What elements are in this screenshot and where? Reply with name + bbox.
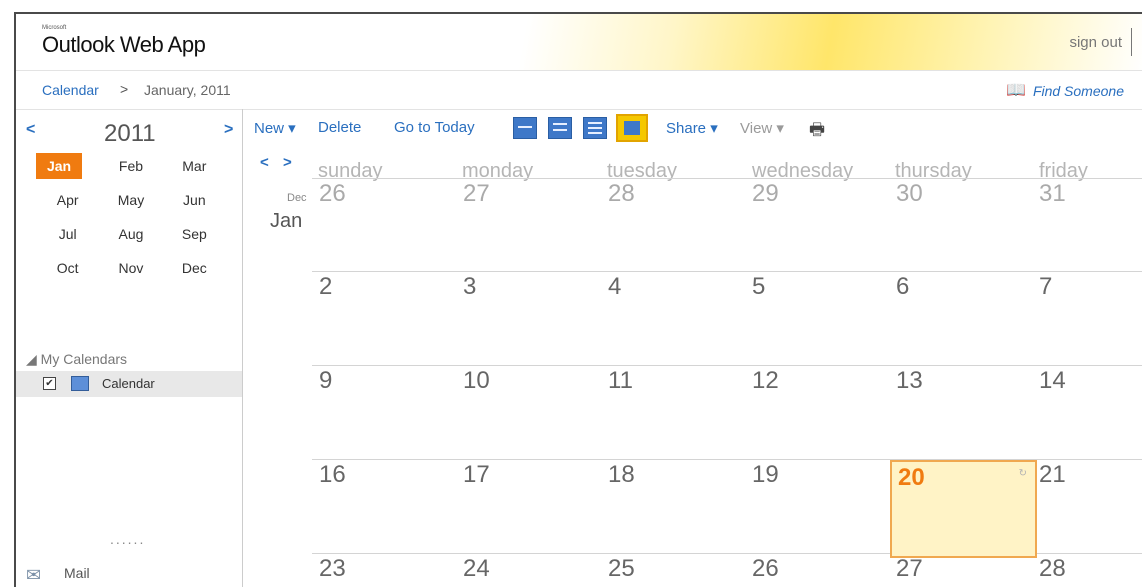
day-cell-number[interactable]: 16 bbox=[319, 461, 346, 489]
day-cell-number[interactable]: 11 bbox=[608, 367, 633, 395]
go-to-today-button[interactable]: Go to Today bbox=[394, 119, 475, 136]
month-jun[interactable]: Jun bbox=[163, 187, 226, 213]
month-jan[interactable]: Jan bbox=[36, 153, 82, 179]
day-cell-number[interactable]: 2 bbox=[319, 273, 332, 301]
delete-button[interactable]: Delete bbox=[318, 119, 361, 136]
day-cell-number[interactable]: 14 bbox=[1039, 367, 1066, 395]
view-button[interactable]: View ▾ bbox=[740, 119, 784, 137]
month-nov[interactable]: Nov bbox=[99, 255, 162, 281]
microsoft-label: Microsoft bbox=[42, 25, 67, 31]
month-dec[interactable]: Dec bbox=[163, 255, 226, 281]
next-month-button[interactable]: > bbox=[283, 154, 292, 171]
day-cell-number[interactable]: 4 bbox=[608, 273, 621, 301]
day-cell-number[interactable]: 6 bbox=[896, 273, 909, 301]
week-view-icon[interactable] bbox=[583, 117, 607, 139]
printer-icon[interactable]: 🖶 bbox=[809, 117, 825, 146]
navigation-pane: < 2011 > Jan Feb Mar Apr May Jun Jul Aug… bbox=[16, 109, 243, 587]
mail-nav-link[interactable]: Mail bbox=[64, 565, 90, 581]
my-calendars-heading[interactable]: ◢ My Calendars bbox=[26, 351, 127, 368]
sign-out-link[interactable]: sign out bbox=[1069, 34, 1122, 51]
row-month-prev: Dec bbox=[287, 192, 307, 204]
breadcrumb-calendar-link[interactable]: Calendar bbox=[42, 82, 99, 98]
year-prev-button[interactable]: < bbox=[26, 121, 35, 139]
day-cell-number[interactable]: 24 bbox=[463, 555, 490, 583]
month-sep[interactable]: Sep bbox=[163, 221, 226, 247]
outlook-window: Microsoft Outlook Web App sign out Calen… bbox=[14, 12, 1142, 587]
work-week-view-icon[interactable] bbox=[548, 117, 572, 139]
outlook-logo: Outlook Web App bbox=[42, 32, 206, 57]
mini-calendar-year: 2011 bbox=[104, 120, 156, 147]
day-cell-number[interactable]: 13 bbox=[896, 367, 923, 395]
day-cell-number[interactable]: 17 bbox=[463, 461, 490, 489]
refresh-icon: ↻ bbox=[1018, 468, 1027, 479]
today-cell[interactable]: 20 ↻ bbox=[890, 460, 1037, 558]
day-cell-number[interactable]: 28 bbox=[608, 180, 635, 208]
collapse-triangle-icon[interactable]: ◢ bbox=[26, 351, 37, 367]
day-cell-number[interactable]: 12 bbox=[752, 367, 779, 395]
month-aug[interactable]: Aug bbox=[99, 221, 162, 247]
find-someone-link[interactable]: Find Someone bbox=[1033, 83, 1124, 99]
day-cell-number[interactable]: 27 bbox=[896, 555, 923, 583]
month-picker: Jan Feb Mar Apr May Jun Jul Aug Sep Oct … bbox=[36, 153, 226, 281]
day-cell-number[interactable]: 5 bbox=[752, 273, 765, 301]
day-cell-number[interactable]: 31 bbox=[1039, 180, 1066, 208]
day-cell-number[interactable]: 19 bbox=[752, 461, 779, 489]
calendar-icon bbox=[71, 376, 89, 391]
top-header: Microsoft Outlook Web App sign out bbox=[16, 14, 1142, 70]
my-calendars-label: My Calendars bbox=[40, 351, 128, 367]
row-month-current: Jan bbox=[270, 210, 303, 232]
month-feb[interactable]: Feb bbox=[99, 153, 162, 179]
day-cell-number[interactable]: 9 bbox=[319, 367, 332, 395]
day-cell-number[interactable]: 30 bbox=[896, 180, 923, 208]
day-cell-number[interactable]: 21 bbox=[1039, 461, 1066, 489]
calendar-item-label: Calendar bbox=[102, 376, 155, 391]
pane-resize-handle[interactable]: ...... bbox=[110, 531, 145, 547]
new-button[interactable]: New ▾ bbox=[254, 119, 296, 137]
grid-navigation: < > bbox=[260, 154, 292, 171]
day-cell-number[interactable]: 3 bbox=[463, 273, 476, 301]
month-oct[interactable]: Oct bbox=[36, 255, 99, 281]
year-next-button[interactable]: > bbox=[224, 121, 233, 139]
month-may[interactable]: May bbox=[99, 187, 162, 213]
book-icon[interactable]: 📖 bbox=[1006, 80, 1026, 100]
prev-month-button[interactable]: < bbox=[260, 154, 269, 171]
calendar-toolbar: New ▾ Delete Go to Today Share ▾ View ▾ … bbox=[242, 111, 1142, 151]
today-date: 20 bbox=[898, 464, 925, 491]
calendar-checkbox[interactable]: ✔ bbox=[43, 377, 56, 390]
day-cell-number[interactable]: 25 bbox=[608, 555, 635, 583]
month-mar[interactable]: Mar bbox=[163, 153, 226, 179]
grid-divider bbox=[312, 178, 1142, 179]
breadcrumb-separator: > bbox=[120, 81, 129, 97]
day-cell-number[interactable]: 29 bbox=[752, 180, 779, 208]
day-cell-number[interactable]: 23 bbox=[319, 555, 346, 583]
calendar-list-item[interactable]: ✔ Calendar bbox=[16, 371, 242, 397]
day-cell-number[interactable]: 27 bbox=[463, 180, 490, 208]
grid-divider bbox=[312, 271, 1142, 272]
month-view-icon[interactable] bbox=[616, 114, 648, 142]
mail-icon[interactable]: ✉ bbox=[26, 565, 41, 586]
day-cell-number[interactable]: 26 bbox=[319, 180, 346, 208]
day-cell-number[interactable]: 28 bbox=[1039, 555, 1066, 583]
header-divider bbox=[1131, 28, 1132, 56]
share-button[interactable]: Share ▾ bbox=[666, 119, 718, 137]
grid-divider bbox=[312, 365, 1142, 366]
month-jul[interactable]: Jul bbox=[36, 221, 99, 247]
breadcrumb-current-date: January, 2011 bbox=[144, 82, 231, 98]
breadcrumb: Calendar > January, 2011 📖 Find Someone bbox=[16, 70, 1142, 110]
month-apr[interactable]: Apr bbox=[36, 187, 99, 213]
day-cell-number[interactable]: 26 bbox=[752, 555, 779, 583]
day-view-icon[interactable] bbox=[513, 117, 537, 139]
day-cell-number[interactable]: 18 bbox=[608, 461, 635, 489]
day-cell-number[interactable]: 7 bbox=[1039, 273, 1052, 301]
day-cell-number[interactable]: 10 bbox=[463, 367, 490, 395]
